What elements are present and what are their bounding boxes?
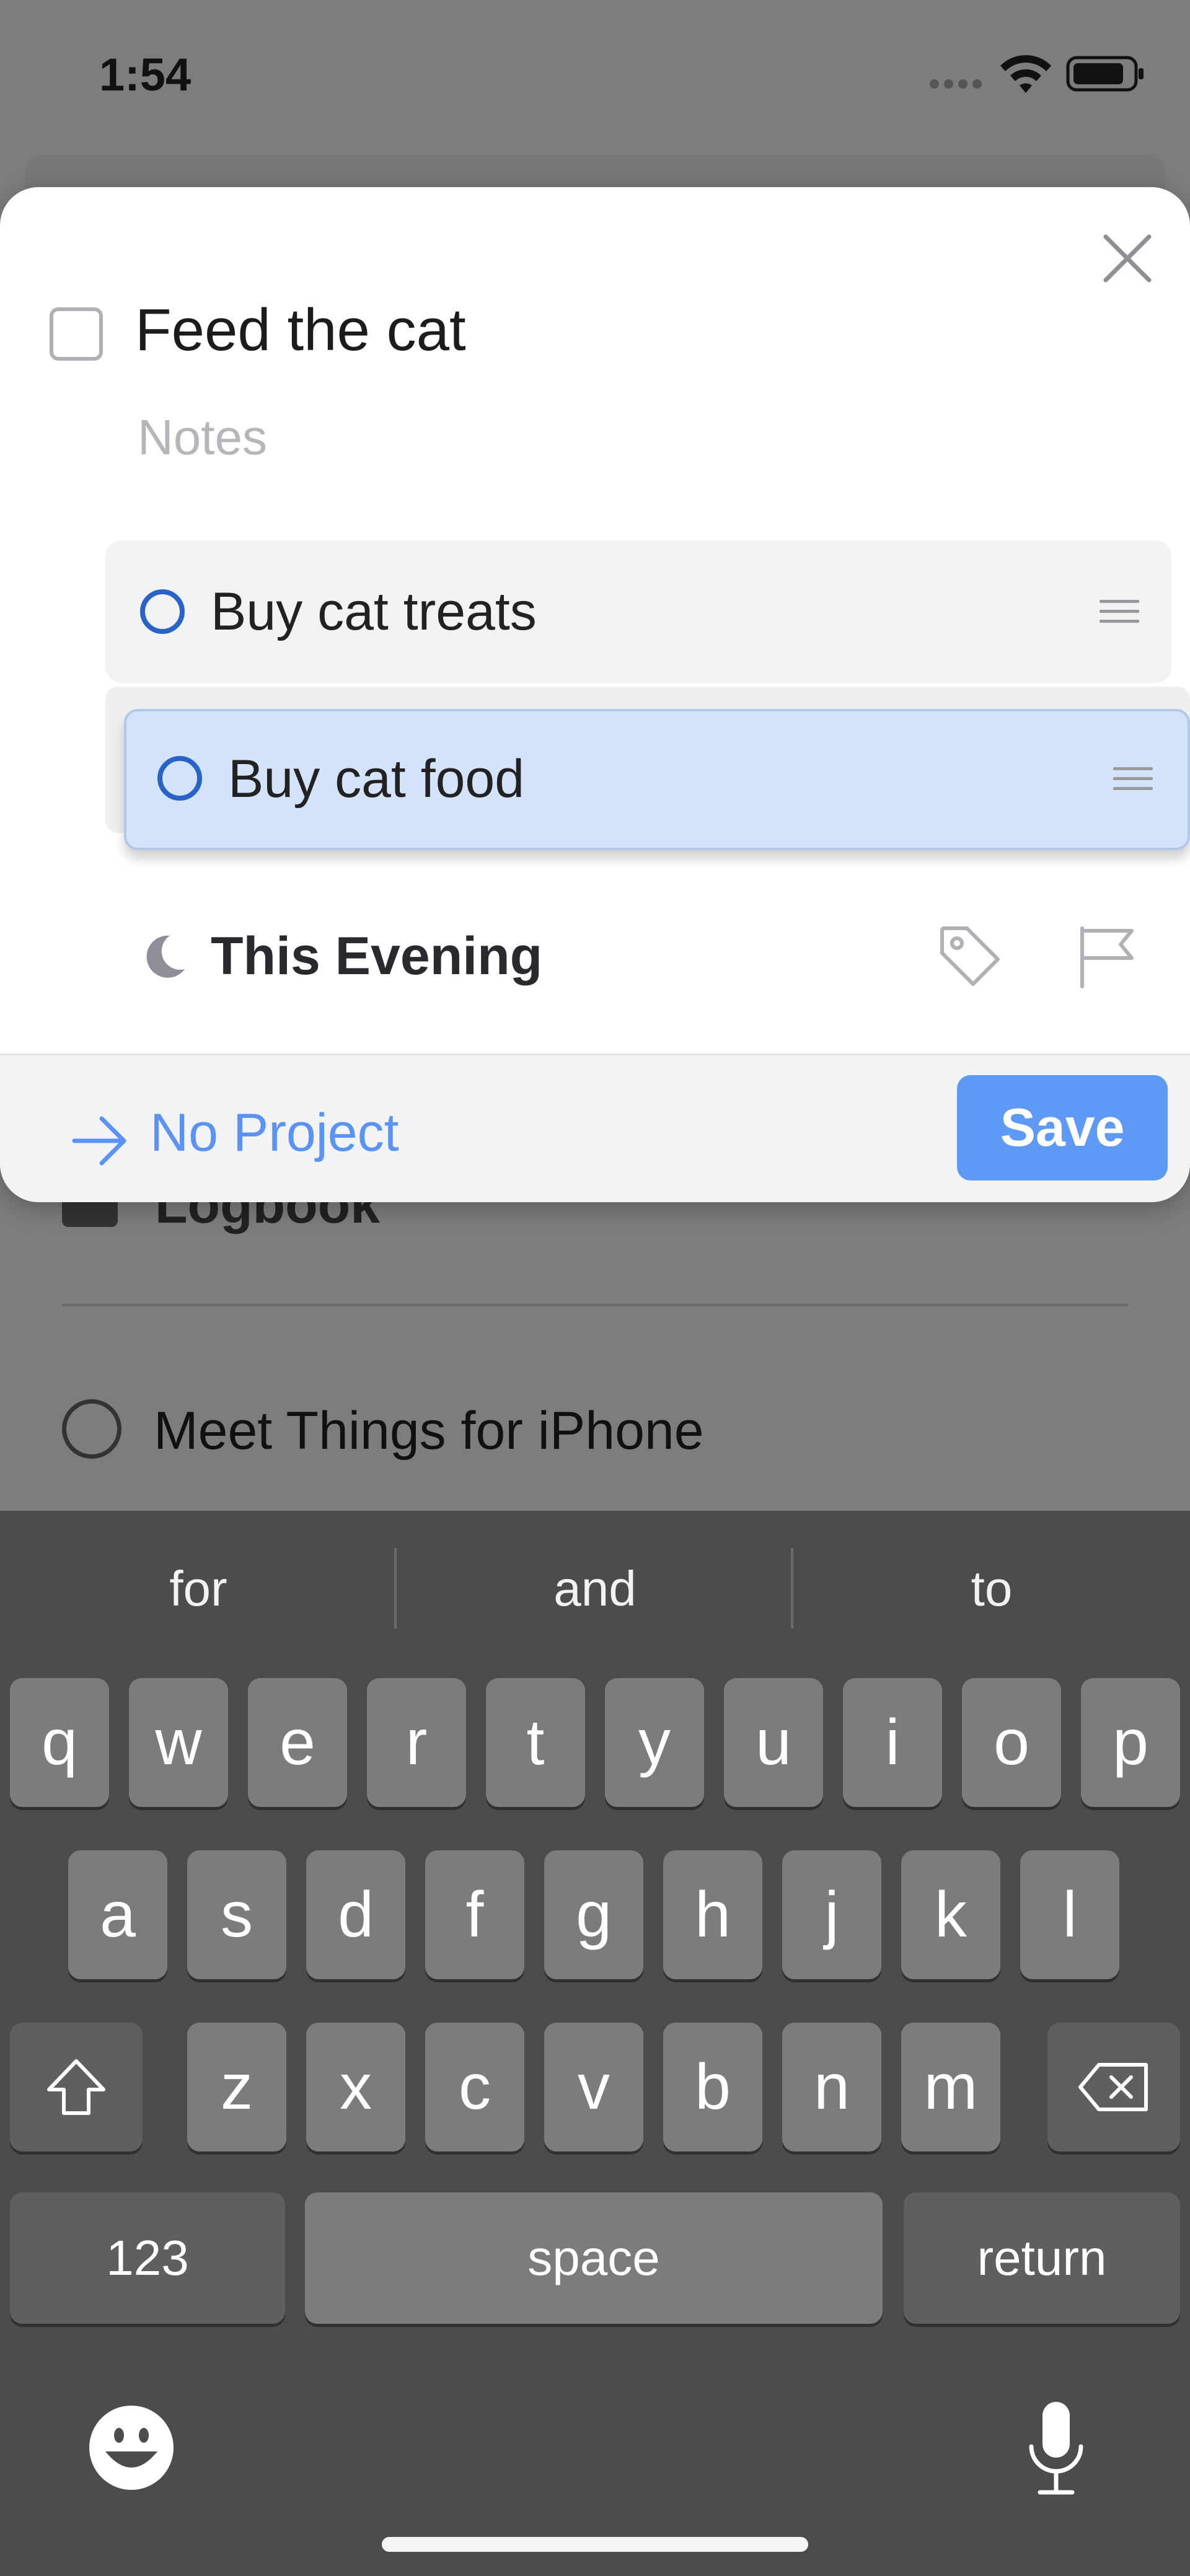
shift-arrow-icon [47, 2059, 105, 2115]
moon-icon [146, 935, 185, 978]
suggestion-bar: for and to [0, 1511, 1190, 1666]
key-q[interactable]: q [10, 1678, 109, 1807]
edit-task-modal: Feed the cat Notes Buy cat treats Buy ca… [0, 187, 1190, 1202]
arrow-right-icon[interactable] [71, 1114, 129, 1168]
key-b[interactable]: b [663, 2023, 762, 2152]
key-s[interactable]: s [187, 1850, 286, 1979]
emoji-icon[interactable] [87, 2403, 176, 2492]
divider [62, 1304, 1128, 1306]
close-icon[interactable] [1098, 229, 1157, 288]
checklist-item-dragging[interactable]: Buy cat food [124, 709, 1190, 850]
battery-icon [1066, 56, 1144, 92]
backspace-icon [1078, 2063, 1148, 2111]
keyboard: for and to q w e r t y u i o p a s d f g… [0, 1511, 1190, 2576]
key-m[interactable]: m [901, 2023, 1000, 2152]
status-time: 1:54 [99, 49, 192, 100]
notes-field[interactable]: Notes [138, 409, 267, 466]
key-v[interactable]: v [544, 2023, 643, 2152]
checklist-item-label[interactable]: Buy cat treats [211, 581, 537, 643]
key-d[interactable]: d [306, 1850, 405, 1979]
checklist-item[interactable]: Buy cat treats [105, 540, 1171, 683]
checklist-item-label[interactable]: Buy cat food [228, 749, 524, 810]
key-y[interactable]: y [605, 1678, 704, 1807]
suggestion-item[interactable]: and [397, 1560, 793, 1617]
key-e[interactable]: e [248, 1678, 347, 1807]
drag-handle-icon[interactable] [1113, 767, 1153, 792]
delete-key[interactable] [1047, 2023, 1180, 2152]
status-bar: 1:54 [0, 0, 1190, 149]
key-j[interactable]: j [782, 1850, 881, 1979]
key-n[interactable]: n [782, 2023, 881, 2152]
key-g[interactable]: g [544, 1850, 643, 1979]
key-i[interactable]: i [843, 1678, 942, 1807]
todo-checkbox [62, 1399, 121, 1459]
todo-label: Meet Things for iPhone [154, 1401, 704, 1461]
key-w[interactable]: w [129, 1678, 228, 1807]
shift-key[interactable] [10, 2023, 143, 2152]
key-c[interactable]: c [425, 2023, 524, 2152]
key-t[interactable]: t [486, 1678, 585, 1807]
flag-icon[interactable] [1077, 925, 1137, 989]
key-a[interactable]: a [68, 1850, 167, 1979]
signal-dots-icon [930, 79, 992, 89]
key-l[interactable]: l [1020, 1850, 1119, 1979]
numbers-key[interactable]: 123 [10, 2192, 285, 2324]
modal-footer: No Project Save [0, 1053, 1190, 1202]
key-f[interactable]: f [425, 1850, 524, 1979]
suggestion-item[interactable]: to [793, 1560, 1190, 1617]
task-checkbox[interactable] [50, 307, 103, 361]
when-label[interactable]: This Evening [211, 926, 542, 987]
drag-handle-icon[interactable] [1100, 600, 1139, 625]
key-p[interactable]: p [1081, 1678, 1180, 1807]
space-key[interactable]: space [305, 2192, 883, 2324]
key-u[interactable]: u [724, 1678, 823, 1807]
key-r[interactable]: r [367, 1678, 466, 1807]
suggestion-item[interactable]: for [0, 1560, 397, 1617]
key-k[interactable]: k [901, 1850, 1000, 1979]
wifi-icon [1000, 55, 1051, 93]
checklist-circle-icon[interactable] [140, 589, 185, 634]
key-h[interactable]: h [663, 1850, 762, 1979]
key-z[interactable]: z [187, 2023, 286, 2152]
microphone-icon[interactable] [1025, 2399, 1087, 2499]
background-todo: Meet Things for iPhone [62, 1399, 992, 1461]
key-x[interactable]: x [306, 2023, 405, 2152]
checklist-circle-icon[interactable] [157, 756, 202, 801]
move-to-project-button[interactable]: No Project [150, 1102, 399, 1164]
home-indicator[interactable] [382, 2537, 808, 2552]
return-key[interactable]: return [904, 2192, 1180, 2324]
tag-icon[interactable] [937, 923, 1003, 989]
save-button[interactable]: Save [957, 1075, 1168, 1180]
key-o[interactable]: o [962, 1678, 1061, 1807]
task-title-input[interactable]: Feed the cat [135, 296, 466, 364]
